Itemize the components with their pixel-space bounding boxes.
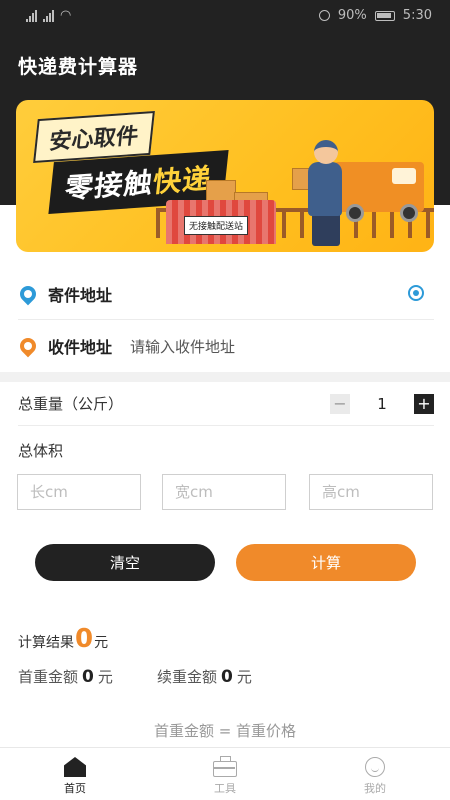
signal-icon-2: [43, 9, 54, 22]
banner-tag-main-b: 快递: [151, 161, 214, 199]
height-input[interactable]: [309, 474, 433, 510]
clear-button[interactable]: 清空: [35, 544, 215, 581]
clock: 5:30: [402, 8, 432, 23]
battery-icon: [374, 10, 395, 21]
courier-legs: [312, 212, 340, 246]
nav-tools-label: 工具: [214, 782, 236, 795]
volume-label: 总体积: [18, 442, 64, 460]
bottom-nav: 首页 工具 我的: [0, 747, 450, 800]
result-value: 0: [75, 624, 94, 654]
sender-address-label: 寄件地址: [48, 285, 113, 305]
weight-value: 1: [377, 395, 387, 413]
nav-home-label: 首页: [64, 782, 86, 795]
first-weight-unit: 元: [97, 668, 113, 686]
sender-address-row[interactable]: 寄件地址: [16, 268, 434, 320]
courier-head: [314, 140, 338, 164]
wifi-icon: ◠: [60, 8, 72, 23]
receiver-address-label: 收件地址: [48, 338, 113, 357]
continued-weight-value: 0: [221, 667, 233, 687]
weight-plus-button[interactable]: +: [414, 394, 434, 414]
length-input[interactable]: [17, 474, 141, 510]
receiver-pin-icon: [16, 334, 40, 358]
signal-group: ◠: [26, 8, 71, 23]
calculate-button[interactable]: 计算: [236, 544, 416, 581]
banner-tag-main-a: 零接触: [63, 166, 155, 206]
nav-mine[interactable]: 我的: [300, 748, 450, 800]
first-weight-amount: 首重金额 0 元: [18, 666, 113, 687]
promo-banner[interactable]: 安心取件 零接触快递 无接触配送站: [16, 100, 434, 252]
status-right: 90% 5:30: [318, 8, 432, 23]
alarm-icon: [318, 10, 330, 21]
home-icon: [64, 757, 86, 777]
section-divider: [0, 372, 450, 382]
result-label: 计算结果: [18, 635, 74, 651]
formula-text: 首重金额 = 首重价格: [153, 722, 297, 740]
weight-row: 总重量（公斤） − 1 +: [18, 382, 434, 426]
courier-illustration: [308, 162, 342, 216]
page-title: 快递费计算器: [18, 56, 139, 78]
status-bar: ◠ 90% 5:30: [0, 0, 450, 32]
parcel-box: [206, 180, 236, 202]
receiver-address-row[interactable]: 收件地址 请输入收件地址: [16, 320, 434, 372]
address-section: 寄件地址 收件地址 请输入收件地址: [0, 268, 450, 372]
station-sign: 无接触配送站: [184, 216, 249, 235]
continued-weight-label: 续重金额: [157, 668, 218, 686]
nav-tools[interactable]: 工具: [150, 748, 300, 800]
continued-weight-amount: 续重金额 0 元: [157, 666, 252, 687]
locate-icon[interactable]: [408, 285, 424, 301]
width-input[interactable]: [162, 474, 286, 510]
first-weight-label: 首重金额: [18, 668, 79, 686]
battery-percent: 90%: [337, 8, 367, 23]
receiver-address-input[interactable]: 请输入收件地址: [130, 336, 235, 357]
result-unit: 元: [94, 635, 109, 651]
weight-label: 总重量（公斤）: [18, 395, 124, 413]
result-line: 计算结果 0 元: [18, 624, 108, 654]
signal-icon: [26, 9, 37, 22]
nav-home[interactable]: 首页: [0, 748, 150, 800]
nav-mine-label: 我的: [364, 782, 386, 795]
sender-pin-icon: [16, 282, 40, 305]
truck-wheel: [400, 204, 418, 222]
weight-minus-button[interactable]: −: [330, 394, 350, 414]
continued-weight-unit: 元: [236, 668, 252, 686]
toolbox-icon: [213, 756, 237, 777]
profile-icon: [365, 757, 385, 777]
first-weight-value: 0: [82, 667, 94, 687]
banner-tag-top: 安心取件: [33, 111, 155, 163]
truck-wheel: [346, 204, 364, 222]
weight-stepper: − 1 +: [330, 394, 434, 414]
